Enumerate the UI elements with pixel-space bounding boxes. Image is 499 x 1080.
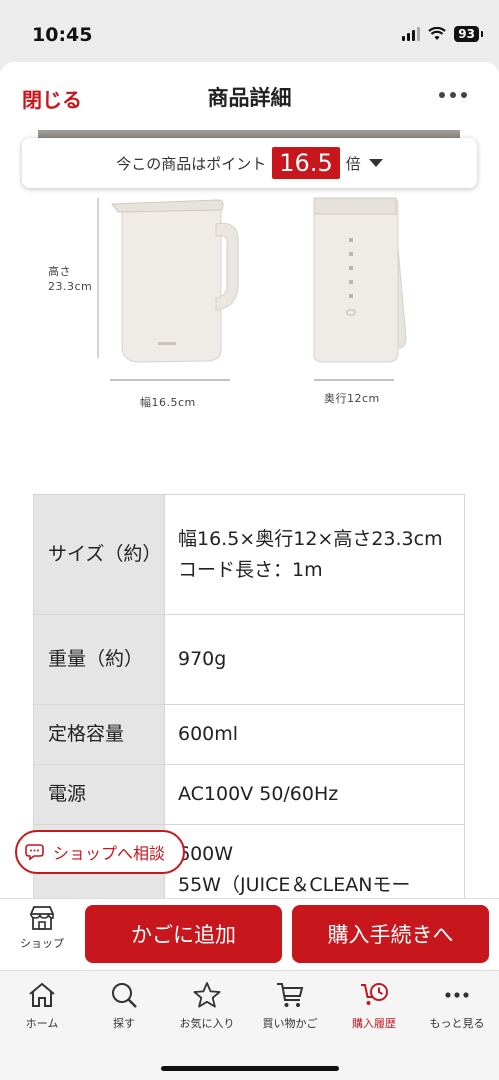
tab-label: もっと見る [429, 1017, 485, 1030]
product-dimension-image: 高さ 23.3cm 幅16.5cm 奥行12cm [38, 188, 460, 438]
table-row: サイズ（約） 幅16.5×奥行12×高さ23.3cm コード長さ：1m [33, 494, 465, 615]
shop-label: ショップ [20, 937, 64, 950]
status-bar: 10:45 93 [0, 0, 499, 62]
spec-table: サイズ（約） 幅16.5×奥行12×高さ23.3cm コード長さ：1m 重量（約… [33, 494, 465, 945]
star-icon [193, 982, 221, 1008]
tab-cart[interactable]: 買い物かご [248, 981, 332, 1031]
battery-icon: 93 [454, 26, 483, 42]
table-row: 定格容量 600ml [33, 704, 465, 765]
tab-favorites[interactable]: お気に入り [165, 981, 249, 1031]
action-bar: ショップ かごに追加 購入手続きへ [0, 898, 499, 970]
tab-label: 探す [113, 1017, 135, 1030]
wifi-icon [428, 27, 447, 40]
tab-history[interactable]: 購入履歴 [332, 981, 416, 1031]
height-dimension-label: 高さ 23.3cm [48, 265, 93, 293]
checkout-button[interactable]: 購入手続きへ [292, 905, 489, 963]
spec-value: 600ml [164, 704, 465, 765]
points-prefix: 今この商品はポイント [116, 154, 267, 173]
more-icon [445, 992, 469, 998]
consult-label: ショップへ相談 [53, 844, 166, 863]
tab-label: ホーム [25, 1017, 59, 1030]
add-to-cart-button[interactable]: かごに追加 [85, 905, 282, 963]
table-row: 重量（約） 970g [33, 614, 465, 705]
spec-value: AC100V 50/60Hz [164, 764, 465, 825]
tab-more[interactable]: もっと見る [415, 981, 499, 1031]
width-dimension-label: 幅16.5cm [140, 396, 196, 409]
shop-consult-button[interactable]: ショップへ相談 [15, 830, 185, 874]
shop-icon [29, 906, 55, 930]
tab-label: 買い物かご [262, 1017, 318, 1030]
points-banner[interactable]: 今この商品はポイント 16.5 倍 [22, 138, 477, 188]
tab-bar: ホーム 探す お気に入り 買い物かご 購入履歴 もっと見る [0, 970, 499, 1080]
nav-header: 閉じる 商品詳細 [0, 62, 499, 130]
tab-label: 購入履歴 [352, 1017, 396, 1030]
kettle-illustration [97, 197, 407, 381]
home-icon [29, 982, 55, 1007]
points-multiplier: 16.5 [272, 147, 340, 179]
points-unit: 倍 [345, 154, 361, 173]
spec-value: 970g [164, 614, 465, 705]
search-icon [112, 983, 137, 1008]
history-icon [361, 983, 388, 1005]
product-detail-sheet: 閉じる 商品詳細 今この商品はポイント 16.5 倍 高さ 23.3cm 幅16… [0, 62, 499, 1080]
status-time: 10:45 [32, 24, 93, 46]
tab-label: お気に入り [179, 1017, 235, 1030]
tab-home[interactable]: ホーム [0, 981, 84, 1031]
spec-value: 幅16.5×奥行12×高さ23.3cm コード長さ：1m [164, 494, 465, 615]
depth-dimension-label: 奥行12cm [324, 392, 380, 405]
home-indicator [161, 1066, 339, 1071]
spec-label: 電源 [33, 764, 165, 825]
signal-icon [402, 27, 421, 41]
chat-icon [25, 844, 44, 861]
close-button[interactable]: 閉じる [22, 84, 82, 113]
tab-search[interactable]: 探す [82, 981, 166, 1031]
spec-label: 定格容量 [33, 704, 165, 765]
more-options-icon[interactable] [439, 92, 467, 98]
cart-icon [277, 983, 304, 1007]
spec-label: 重量（約） [33, 614, 165, 705]
caret-down-icon [368, 159, 383, 167]
spec-label: サイズ（約） [33, 494, 165, 615]
table-row: 電源 AC100V 50/60Hz [33, 764, 465, 825]
shop-button[interactable]: ショップ [10, 905, 74, 965]
status-icons: 93 [402, 26, 483, 42]
